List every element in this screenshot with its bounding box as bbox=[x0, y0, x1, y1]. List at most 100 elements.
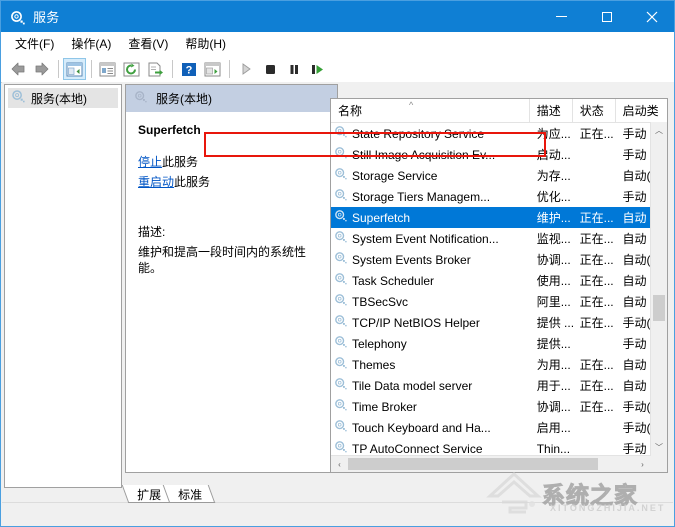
show-action-pane-button[interactable] bbox=[201, 58, 224, 80]
cell-status: 正在... bbox=[579, 358, 614, 372]
tree-item-services-local[interactable]: 服务(本地) bbox=[8, 88, 118, 108]
table-row[interactable]: TBSecSvc 阿里... 正在... 自动 bbox=[331, 291, 667, 312]
tab-standard[interactable]: 标准 bbox=[162, 485, 216, 503]
service-name-label: System Event Notification... bbox=[352, 231, 499, 246]
scroll-right-button[interactable]: › bbox=[634, 460, 651, 469]
column-description[interactable]: 描述 bbox=[530, 99, 573, 122]
service-name-label: Storage Service bbox=[352, 168, 438, 183]
menu-action[interactable]: 操作(A) bbox=[63, 34, 120, 54]
services-gear-icon bbox=[334, 188, 348, 205]
help-button[interactable]: ? bbox=[177, 58, 200, 80]
table-row[interactable]: TCP/IP NetBIOS Helper 提供 ... 正在... 手动(触 bbox=[331, 312, 667, 333]
export-icon bbox=[148, 62, 163, 76]
toolbar-separator bbox=[58, 60, 59, 78]
back-button[interactable] bbox=[6, 58, 29, 80]
vertical-scroll-thumb[interactable] bbox=[653, 295, 665, 321]
horizontal-scrollbar[interactable]: ‹ › bbox=[331, 455, 651, 472]
description-text: 维护和提高一段时间内的系统性能。 bbox=[138, 245, 307, 275]
play-icon bbox=[242, 63, 251, 75]
service-name-label: Storage Tiers Managem... bbox=[352, 189, 491, 204]
properties-button[interactable] bbox=[96, 58, 119, 80]
scroll-left-button[interactable]: ‹ bbox=[331, 460, 348, 469]
cell-service-name: TCP/IP NetBIOS Helper bbox=[331, 314, 530, 331]
menu-view[interactable]: 查看(V) bbox=[120, 34, 177, 54]
pause-service-button[interactable] bbox=[282, 58, 305, 80]
column-status[interactable]: 状态 bbox=[573, 99, 616, 122]
table-row[interactable]: Storage Tiers Managem... 优化... 手动 bbox=[331, 186, 667, 207]
tree-panel-icon bbox=[66, 62, 83, 76]
cell-service-name: TBSecSvc bbox=[331, 293, 530, 310]
menu-file[interactable]: 文件(F) bbox=[7, 34, 63, 54]
cell-description: 为应... bbox=[536, 127, 571, 141]
cell-service-name: Telephony bbox=[331, 335, 530, 352]
menu-bar: 文件(F) 操作(A) 查看(V) 帮助(H) bbox=[1, 32, 674, 56]
menu-help[interactable]: 帮助(H) bbox=[177, 34, 235, 54]
cell-status: 正在... bbox=[579, 253, 614, 267]
table-row[interactable]: Superfetch 维护... 正在... 自动 bbox=[331, 207, 667, 228]
tab-standard-label: 标准 bbox=[178, 488, 203, 502]
start-service-button[interactable] bbox=[234, 58, 257, 80]
cell-service-name: Storage Tiers Managem... bbox=[331, 188, 530, 205]
column-name-label: 名称 bbox=[338, 104, 363, 118]
cell-service-name: Storage Service bbox=[331, 167, 530, 184]
toolbar-separator bbox=[229, 60, 230, 78]
cell-description: 使用... bbox=[536, 274, 571, 288]
export-list-button[interactable] bbox=[144, 58, 167, 80]
table-row[interactable]: Telephony 提供... 手动 bbox=[331, 333, 667, 354]
window-title: 服务 bbox=[33, 10, 60, 25]
restart-service-button[interactable] bbox=[306, 58, 329, 80]
cell-description: 维护... bbox=[536, 211, 571, 225]
show-hide-tree-button[interactable] bbox=[63, 58, 86, 80]
table-row[interactable]: Task Scheduler 使用... 正在... 自动 bbox=[331, 270, 667, 291]
scroll-up-button[interactable]: ︿ bbox=[651, 122, 667, 139]
table-row[interactable]: System Events Broker 协调... 正在... 自动(触 bbox=[331, 249, 667, 270]
service-name-label: Themes bbox=[352, 357, 396, 372]
column-name[interactable]: 名称 ^ bbox=[331, 99, 530, 122]
service-name-label: Task Scheduler bbox=[352, 273, 435, 288]
detail-header-label: 服务(本地) bbox=[156, 92, 212, 106]
arrow-left-icon bbox=[11, 62, 24, 76]
table-row[interactable]: Time Broker 协调... 正在... 手动(触 bbox=[331, 396, 667, 417]
column-startup-type[interactable]: 启动类 bbox=[616, 99, 667, 122]
selected-service-title: Superfetch bbox=[138, 123, 201, 137]
restart-service-link[interactable]: 重启动 bbox=[138, 175, 174, 189]
table-row[interactable]: Touch Keyboard and Ha... 启用... 手动(触 bbox=[331, 417, 667, 438]
table-row[interactable]: State Repository Service 为应... 正在... 手动 bbox=[331, 123, 667, 144]
vertical-scrollbar[interactable]: ︿ ﹀ bbox=[650, 122, 667, 456]
list-rows: State Repository Service 为应... 正在... 手动 Stil… bbox=[331, 123, 667, 459]
horizontal-scroll-track[interactable] bbox=[348, 456, 634, 472]
services-gear-icon bbox=[334, 146, 348, 163]
window-controls bbox=[539, 1, 674, 32]
maximize-button[interactable] bbox=[584, 1, 629, 32]
table-row[interactable]: Storage Service 为存... 自动(延 bbox=[331, 165, 667, 186]
help-icon: ? bbox=[181, 62, 196, 76]
stop-service-link[interactable]: 停止 bbox=[138, 155, 162, 169]
scroll-down-button[interactable]: ﹀ bbox=[651, 439, 667, 456]
properties-icon bbox=[99, 62, 116, 76]
close-button[interactable] bbox=[629, 1, 674, 32]
cell-description: 监视... bbox=[536, 232, 571, 246]
refresh-button[interactable] bbox=[120, 58, 143, 80]
service-name-label: Tile Data model server bbox=[352, 378, 473, 393]
tree-item-label: 服务(本地) bbox=[31, 91, 87, 106]
stop-service-button[interactable] bbox=[258, 58, 281, 80]
horizontal-scroll-thumb[interactable] bbox=[348, 458, 598, 470]
minimize-button[interactable] bbox=[539, 1, 584, 32]
main-content: 服务(本地) 服务(本地) Superfetch 停止此服务 重启动此服务 描述… bbox=[2, 82, 674, 492]
table-row[interactable]: Tile Data model server 用于... 正在... 自动 bbox=[331, 375, 667, 396]
detail-pane-header: 服务(本地) bbox=[126, 85, 337, 112]
table-row[interactable]: Still Image Acquisition Ev... 启动... 手动 bbox=[331, 144, 667, 165]
services-gear-icon bbox=[334, 335, 348, 352]
cell-description: 启动... bbox=[536, 148, 571, 162]
results-pane: 服务(本地) Superfetch 停止此服务 重启动此服务 描述: 维护和提高… bbox=[125, 84, 673, 488]
table-row[interactable]: Themes 为用... 正在... 自动 bbox=[331, 354, 667, 375]
services-gear-icon bbox=[334, 377, 348, 394]
table-row[interactable]: System Event Notification... 监视... 正在... 自动 bbox=[331, 228, 667, 249]
service-name-label: TCP/IP NetBIOS Helper bbox=[352, 315, 480, 330]
services-gear-icon bbox=[334, 125, 348, 142]
forward-button[interactable] bbox=[30, 58, 53, 80]
cell-status: 正在... bbox=[579, 316, 614, 330]
cell-status: 正在... bbox=[579, 274, 614, 288]
action-pane-icon bbox=[204, 62, 221, 76]
vertical-scroll-track[interactable] bbox=[651, 139, 667, 439]
